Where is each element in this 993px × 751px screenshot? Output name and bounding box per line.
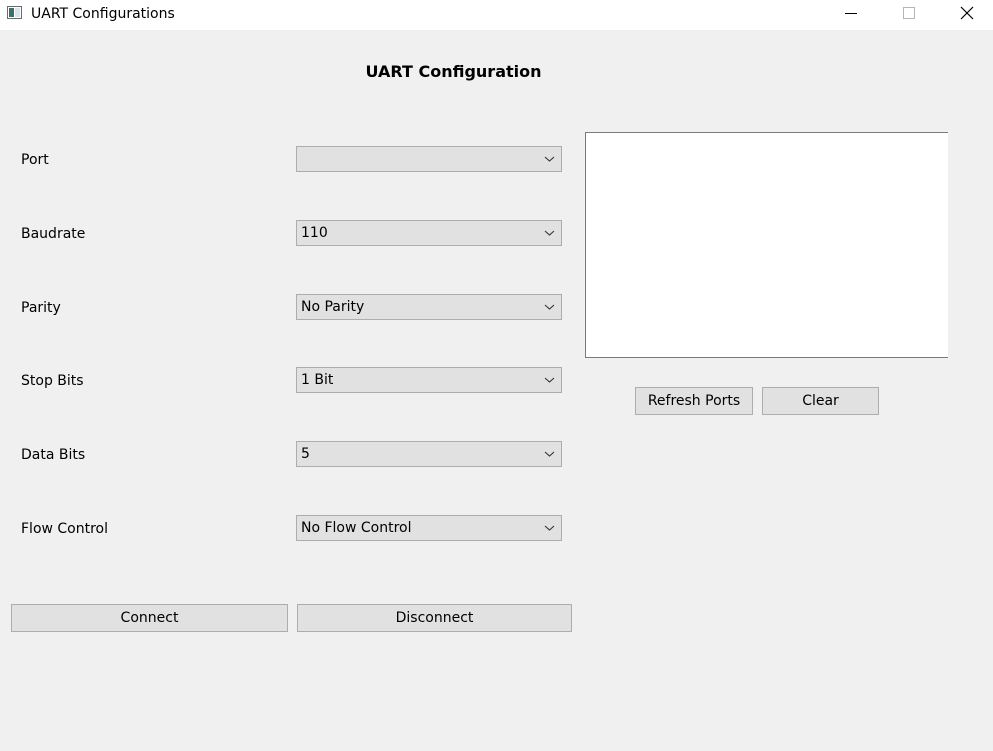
parity-select-value: No Parity	[301, 299, 365, 315]
port-select[interactable]	[296, 146, 562, 172]
stop-bits-label: Stop Bits	[21, 373, 84, 389]
close-button[interactable]	[944, 0, 990, 30]
minimize-icon	[845, 13, 857, 14]
chevron-down-icon	[544, 156, 555, 162]
refresh-ports-button-label: Refresh Ports	[647, 393, 741, 409]
baudrate-label: Baudrate	[21, 226, 86, 242]
baudrate-select-value: 110	[301, 225, 328, 241]
data-bits-select[interactable]: 5	[296, 441, 562, 467]
chevron-down-icon	[544, 377, 555, 383]
clear-button[interactable]: Clear	[762, 387, 879, 415]
chevron-down-icon	[544, 451, 555, 457]
clear-button-label: Clear	[802, 393, 839, 409]
page-title: UART Configuration	[365, 62, 542, 81]
chevron-down-icon	[544, 525, 555, 531]
maximize-icon	[903, 7, 915, 19]
parity-label: Parity	[21, 300, 61, 316]
minimize-button[interactable]	[828, 0, 874, 30]
port-label: Port	[21, 152, 49, 168]
data-bits-select-value: 5	[301, 446, 310, 462]
chevron-down-icon	[544, 230, 555, 236]
output-text-area[interactable]	[585, 132, 948, 358]
baudrate-select[interactable]: 110	[296, 220, 562, 246]
stop-bits-select-value: 1 Bit	[301, 372, 334, 388]
maximize-button[interactable]	[885, 0, 931, 30]
app-window-icon	[7, 6, 22, 19]
data-bits-label: Data Bits	[21, 447, 86, 463]
chevron-down-icon	[544, 304, 555, 310]
flow-control-select-value: No Flow Control	[301, 520, 412, 536]
title-bar: UART Configurations	[0, 0, 993, 30]
stop-bits-select[interactable]: 1 Bit	[296, 367, 562, 393]
parity-select[interactable]: No Parity	[296, 294, 562, 320]
uart-config-window: UART Configurations UART Configuration P…	[0, 0, 993, 751]
close-icon	[960, 6, 974, 20]
disconnect-button[interactable]: Disconnect	[297, 604, 572, 632]
connect-button[interactable]: Connect	[11, 604, 288, 632]
connect-button-label: Connect	[120, 610, 179, 626]
flow-control-select[interactable]: No Flow Control	[296, 515, 562, 541]
disconnect-button-label: Disconnect	[395, 610, 474, 626]
refresh-ports-button[interactable]: Refresh Ports	[635, 387, 753, 415]
window-title: UART Configurations	[31, 6, 175, 22]
flow-control-label: Flow Control	[21, 521, 109, 537]
